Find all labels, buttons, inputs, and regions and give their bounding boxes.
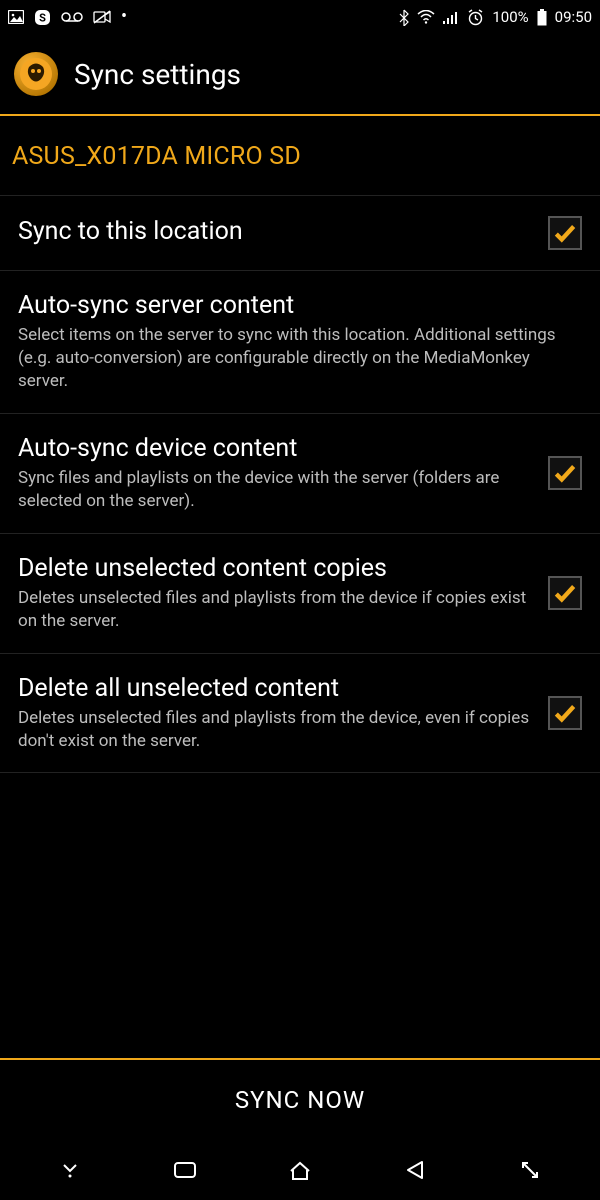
setting-description: Sync files and playlists on the device w…	[18, 467, 534, 513]
setting-title: Delete unselected content copies	[18, 554, 534, 583]
more-dot-icon: •	[121, 8, 127, 26]
camera-off-icon	[93, 10, 111, 24]
divider	[0, 772, 600, 773]
setting-text: Delete all unselected content Deletes uns…	[18, 674, 534, 753]
gallery-icon	[8, 10, 24, 24]
setting-text: Sync to this location	[18, 217, 534, 250]
battery-percent: 100%	[492, 8, 528, 26]
status-right: 100% 09:50	[399, 8, 592, 26]
battery-icon	[537, 9, 547, 26]
wifi-icon	[417, 10, 435, 24]
setting-description: Deletes unselected files and playlists f…	[18, 707, 534, 753]
setting-text: Auto-sync device content Sync files and p…	[18, 434, 534, 513]
nav-expand-button[interactable]	[510, 1159, 550, 1181]
setting-text: Delete unselected content copies Deletes …	[18, 554, 534, 633]
app-header: Sync settings	[0, 34, 600, 114]
svg-text:S: S	[39, 11, 46, 24]
nav-down-button[interactable]	[50, 1161, 90, 1179]
setting-row[interactable]: Auto-sync server content Select items on …	[0, 271, 600, 413]
setting-row[interactable]: Auto-sync device content Sync files and p…	[0, 414, 600, 533]
setting-title: Auto-sync device content	[18, 434, 534, 463]
nav-back-button[interactable]	[395, 1159, 435, 1181]
status-left: S •	[8, 8, 127, 26]
signal-icon	[443, 10, 459, 24]
skype-icon: S	[34, 9, 51, 26]
page-title: Sync settings	[74, 58, 241, 91]
setting-description: Select items on the server to sync with …	[18, 324, 582, 393]
system-nav-bar	[0, 1140, 600, 1200]
status-bar: S • 100% 09:50	[0, 0, 600, 34]
setting-description: Deletes unselected files and playlists f…	[18, 587, 534, 633]
voicemail-icon	[61, 11, 83, 23]
sync-now-button[interactable]: SYNC NOW	[0, 1060, 600, 1140]
app-logo-icon	[14, 52, 58, 96]
setting-row[interactable]: Delete all unselected content Deletes uns…	[0, 654, 600, 773]
checkbox[interactable]	[548, 216, 582, 250]
setting-row[interactable]: Delete unselected content copies Deletes …	[0, 534, 600, 653]
setting-title: Auto-sync server content	[18, 291, 582, 320]
nav-recents-button[interactable]	[165, 1160, 205, 1180]
checkbox[interactable]	[548, 456, 582, 490]
alarm-icon	[467, 9, 484, 26]
setting-title: Delete all unselected content	[18, 674, 534, 703]
bottom-bar: SYNC NOW	[0, 1058, 600, 1140]
checkbox[interactable]	[548, 576, 582, 610]
checkbox[interactable]	[548, 696, 582, 730]
setting-title: Sync to this location	[18, 217, 534, 246]
setting-row[interactable]: Sync to this location	[0, 196, 600, 270]
clock-time: 09:50	[555, 8, 592, 26]
settings-list: Sync to this location Auto-sync server co…	[0, 196, 600, 773]
nav-home-button[interactable]	[280, 1159, 320, 1181]
section-header: ASUS_X017DA MICRO SD	[0, 116, 600, 195]
setting-text: Auto-sync server content Select items on …	[18, 291, 582, 393]
bluetooth-icon	[399, 9, 409, 26]
